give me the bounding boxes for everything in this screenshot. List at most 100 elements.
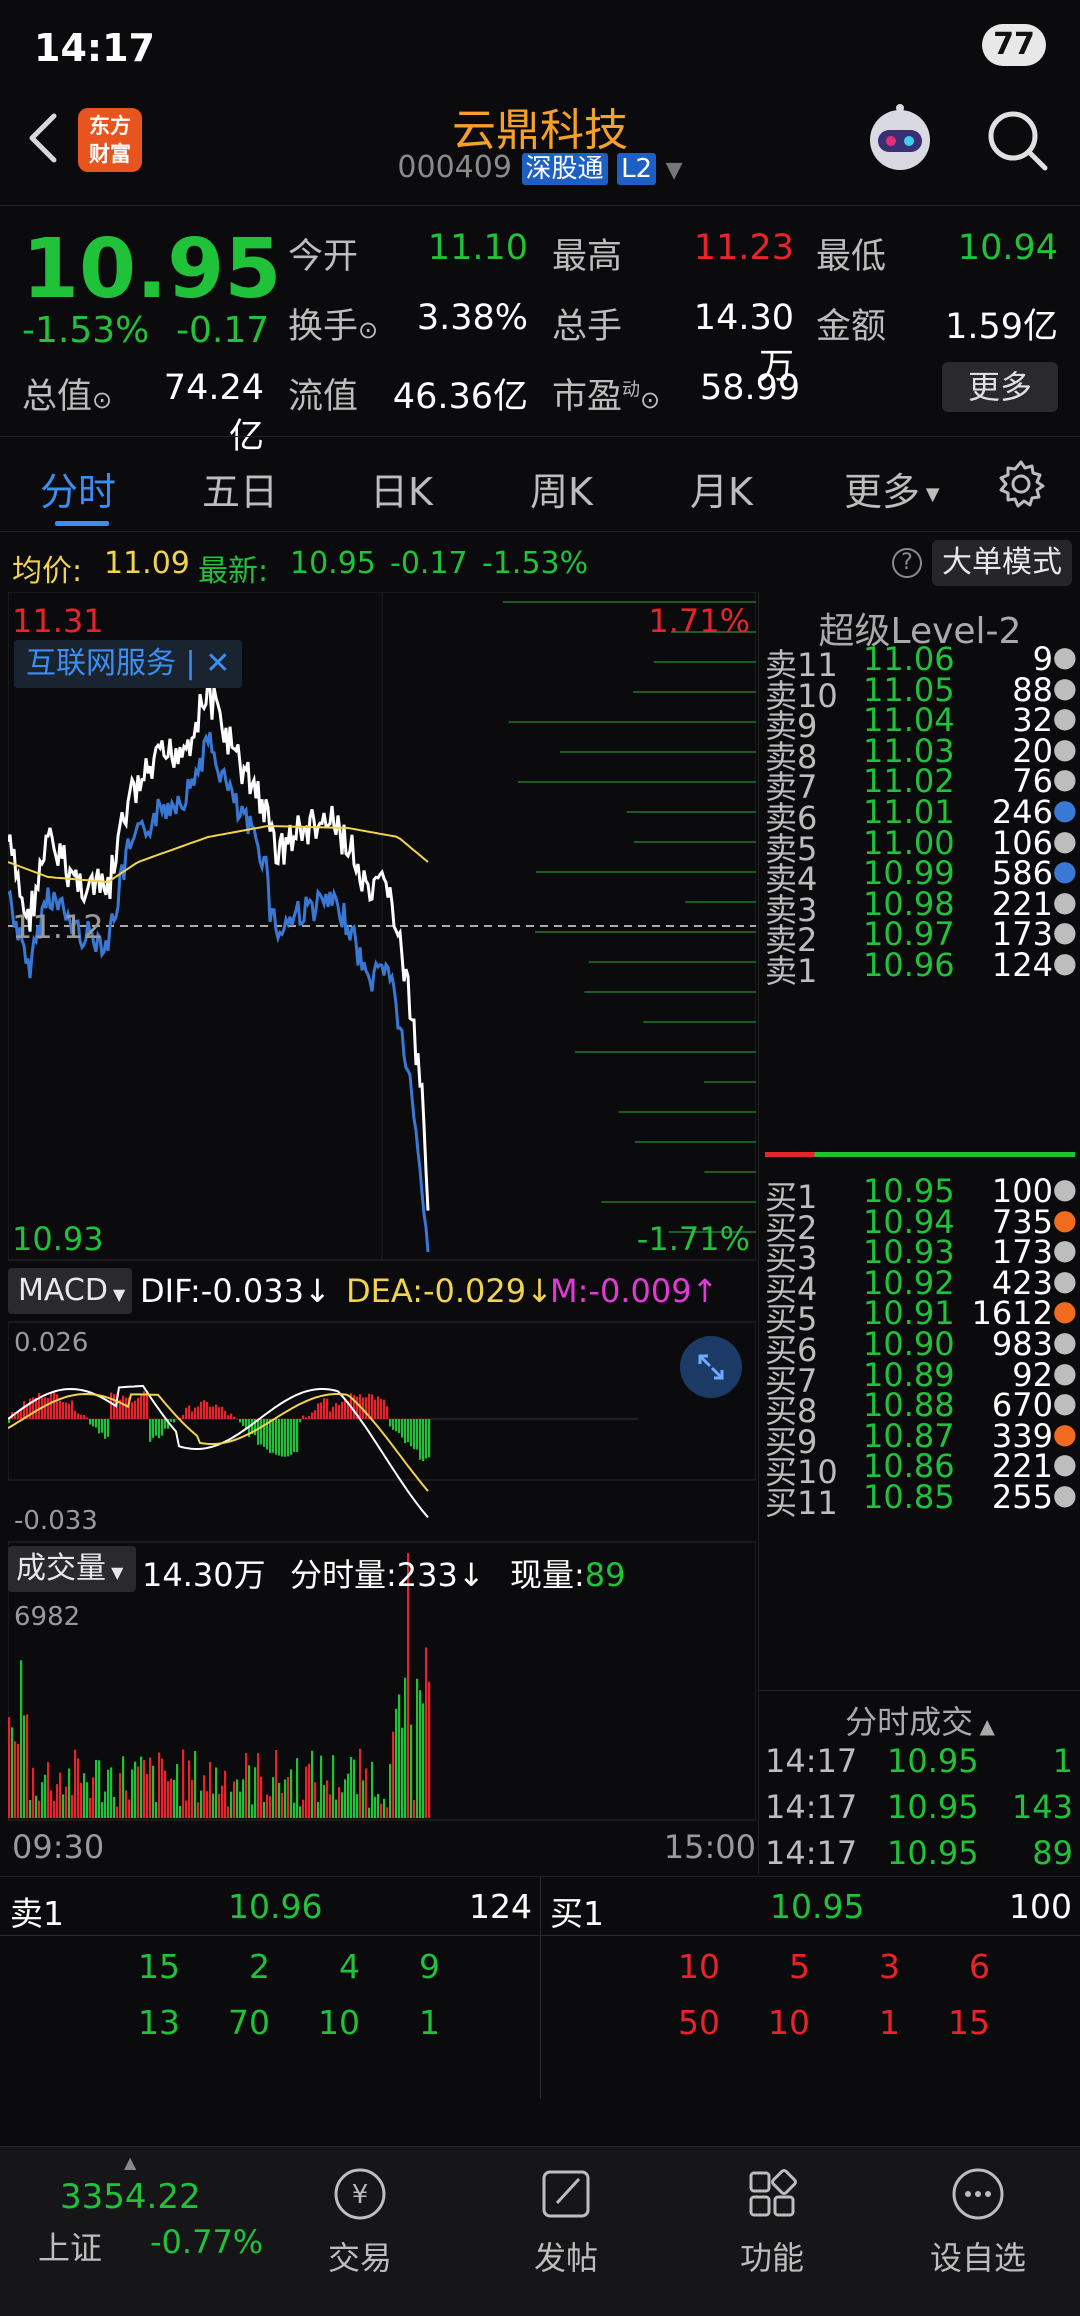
tab-five-day[interactable]: 五日: [202, 461, 278, 516]
assistant-robot-icon[interactable]: [862, 100, 938, 176]
volume-bar: [290, 1769, 293, 1818]
grid-icon: [749, 2169, 797, 2217]
turnover-label[interactable]: 换手⊙: [288, 298, 378, 349]
info-icon: ⊙: [640, 386, 661, 414]
macd-bar: [308, 1415, 311, 1419]
order-dot-icon: ●: [1052, 884, 1077, 918]
macd-bar: [389, 1419, 392, 1427]
volume-bar: [413, 1799, 416, 1818]
volume-bar: [212, 1793, 215, 1818]
macd-selector[interactable]: MACD ▼: [8, 1268, 132, 1314]
volume-bar: [74, 1749, 77, 1818]
volume-bar: [344, 1779, 347, 1818]
tab-more[interactable]: 更多 ▼: [844, 461, 940, 516]
caret-down-icon: ▼: [920, 484, 940, 505]
volume-bar: [293, 1802, 296, 1818]
volume-bar: [329, 1794, 332, 1818]
ticks-header[interactable]: 分时成交 ▲: [759, 1690, 1080, 1743]
volume-bar: [380, 1803, 383, 1818]
volume-bar: [257, 1753, 260, 1818]
ask-row[interactable]: 卖1 10.96 124 ●: [765, 946, 1077, 991]
order-dot-icon: ●: [1052, 915, 1077, 949]
queue-order-size: 1: [879, 2003, 900, 2042]
macd-bar: [182, 1414, 185, 1419]
macd-bar: [215, 1404, 218, 1419]
mcap-label-text: 总值: [22, 377, 93, 417]
close-icon[interactable]: | ✕: [186, 646, 231, 681]
macd-bar: [281, 1419, 284, 1457]
volume-bar: [371, 1761, 374, 1818]
mcap-label[interactable]: 总值⊙: [22, 368, 112, 419]
tab-intraday[interactable]: 分时: [40, 461, 116, 516]
macd-bar: [92, 1419, 95, 1427]
macd-bar: [428, 1419, 431, 1458]
volume-bar: [95, 1759, 98, 1818]
more-button[interactable]: 更多: [942, 362, 1058, 412]
volume-bar: [425, 1647, 428, 1818]
info-icon: ⊙: [358, 316, 379, 344]
volume-bar: [155, 1802, 158, 1818]
open-label: 今开: [288, 237, 359, 277]
level2-panel[interactable]: 超级Level-2 卖11 11.06 9 ● 卖10 11.05 88 ● 卖9 11.04 32…: [758, 592, 1080, 1874]
volume-bar: [323, 1785, 326, 1818]
macd-bar: [68, 1403, 71, 1419]
volume-bar: [410, 1724, 413, 1818]
nav-add-watchlist[interactable]: 设自选: [908, 2163, 1048, 2279]
bottom-price-label: 10.93: [12, 1220, 104, 1258]
current-price: 10.95: [22, 222, 282, 317]
nav-trade[interactable]: ¥ 交易: [290, 2163, 430, 2279]
volume-bar: [158, 1752, 161, 1818]
pe-label[interactable]: 市盈动⊙: [552, 368, 660, 419]
nav-functions[interactable]: 功能: [702, 2163, 842, 2279]
queue-order-size: 3: [879, 1947, 900, 1986]
volume-bar: [338, 1787, 341, 1818]
search-icon[interactable]: [985, 108, 1051, 174]
queue-order-size: 10: [678, 1947, 720, 1986]
gear-icon[interactable]: [996, 459, 1046, 509]
order-dot-icon: ●: [1052, 1416, 1077, 1450]
more-dots-icon: [952, 2168, 1004, 2220]
volume-bar: [341, 1792, 344, 1818]
expand-icon[interactable]: [680, 1336, 742, 1398]
volume-label: 成交量: [16, 1551, 106, 1586]
volume-bar: [248, 1765, 251, 1818]
topic-tag[interactable]: 互联网服务 | ✕: [14, 640, 243, 688]
bid-row[interactable]: 买11 10.85 255 ●: [765, 1478, 1077, 1523]
last-percent: -1.53%: [482, 546, 589, 581]
macd-bottom-label: -0.033: [14, 1506, 98, 1536]
order-dot-icon: ●: [1052, 731, 1077, 765]
volume-bar: [218, 1793, 221, 1818]
volume-bar: [92, 1777, 95, 1818]
macd-bar: [338, 1404, 341, 1419]
queue-sell-volume: 124: [469, 1887, 532, 1926]
caret-up-icon: ▲: [973, 1714, 995, 1738]
volume-total: 14.30万: [142, 1556, 266, 1594]
volume-bar: [428, 1681, 431, 1818]
big-order-mode-button[interactable]: 大单模式: [932, 540, 1072, 586]
bottom-nav: ▲ 3354.22 上证 -0.77% ¥ 交易 发帖 功能 设自选: [0, 2146, 1080, 2316]
queue-order-size: 15: [138, 1947, 180, 1986]
ask-price: 10.96: [863, 946, 955, 984]
macd-bar: [65, 1402, 68, 1419]
volume-bar: [86, 1782, 89, 1818]
intraday-chart[interactable]: 11.31 1.71% 11.12 10.93 -1.71% 互联网服务 | ✕…: [8, 592, 756, 1866]
tab-more-label: 更多: [844, 470, 921, 514]
queue-detail[interactable]: 卖1 10.96 124 买1 10.95 100 15 2 4 9 13 70 10 1 10…: [0, 1876, 1080, 2099]
macd-bar: [122, 1395, 125, 1419]
volume-selector[interactable]: 成交量 ▼: [8, 1546, 136, 1592]
nav-post[interactable]: 发帖: [496, 2163, 636, 2279]
tab-daily-k[interactable]: 日K: [370, 461, 433, 516]
high-label: 最高: [552, 237, 623, 277]
macd-bar: [194, 1407, 197, 1419]
order-dot-icon: ●: [1052, 1478, 1077, 1511]
help-icon[interactable]: ?: [892, 548, 922, 578]
macd-bar: [377, 1396, 380, 1419]
volume-bar: [89, 1797, 92, 1818]
volume-bar: [134, 1761, 137, 1818]
tab-weekly-k[interactable]: 周K: [530, 461, 593, 516]
macd-bar: [278, 1419, 281, 1456]
connect-tag: 深股通: [521, 152, 608, 185]
tab-monthly-k[interactable]: 月K: [690, 461, 753, 516]
macd-bar: [224, 1410, 227, 1419]
volume-bar: [389, 1763, 392, 1818]
